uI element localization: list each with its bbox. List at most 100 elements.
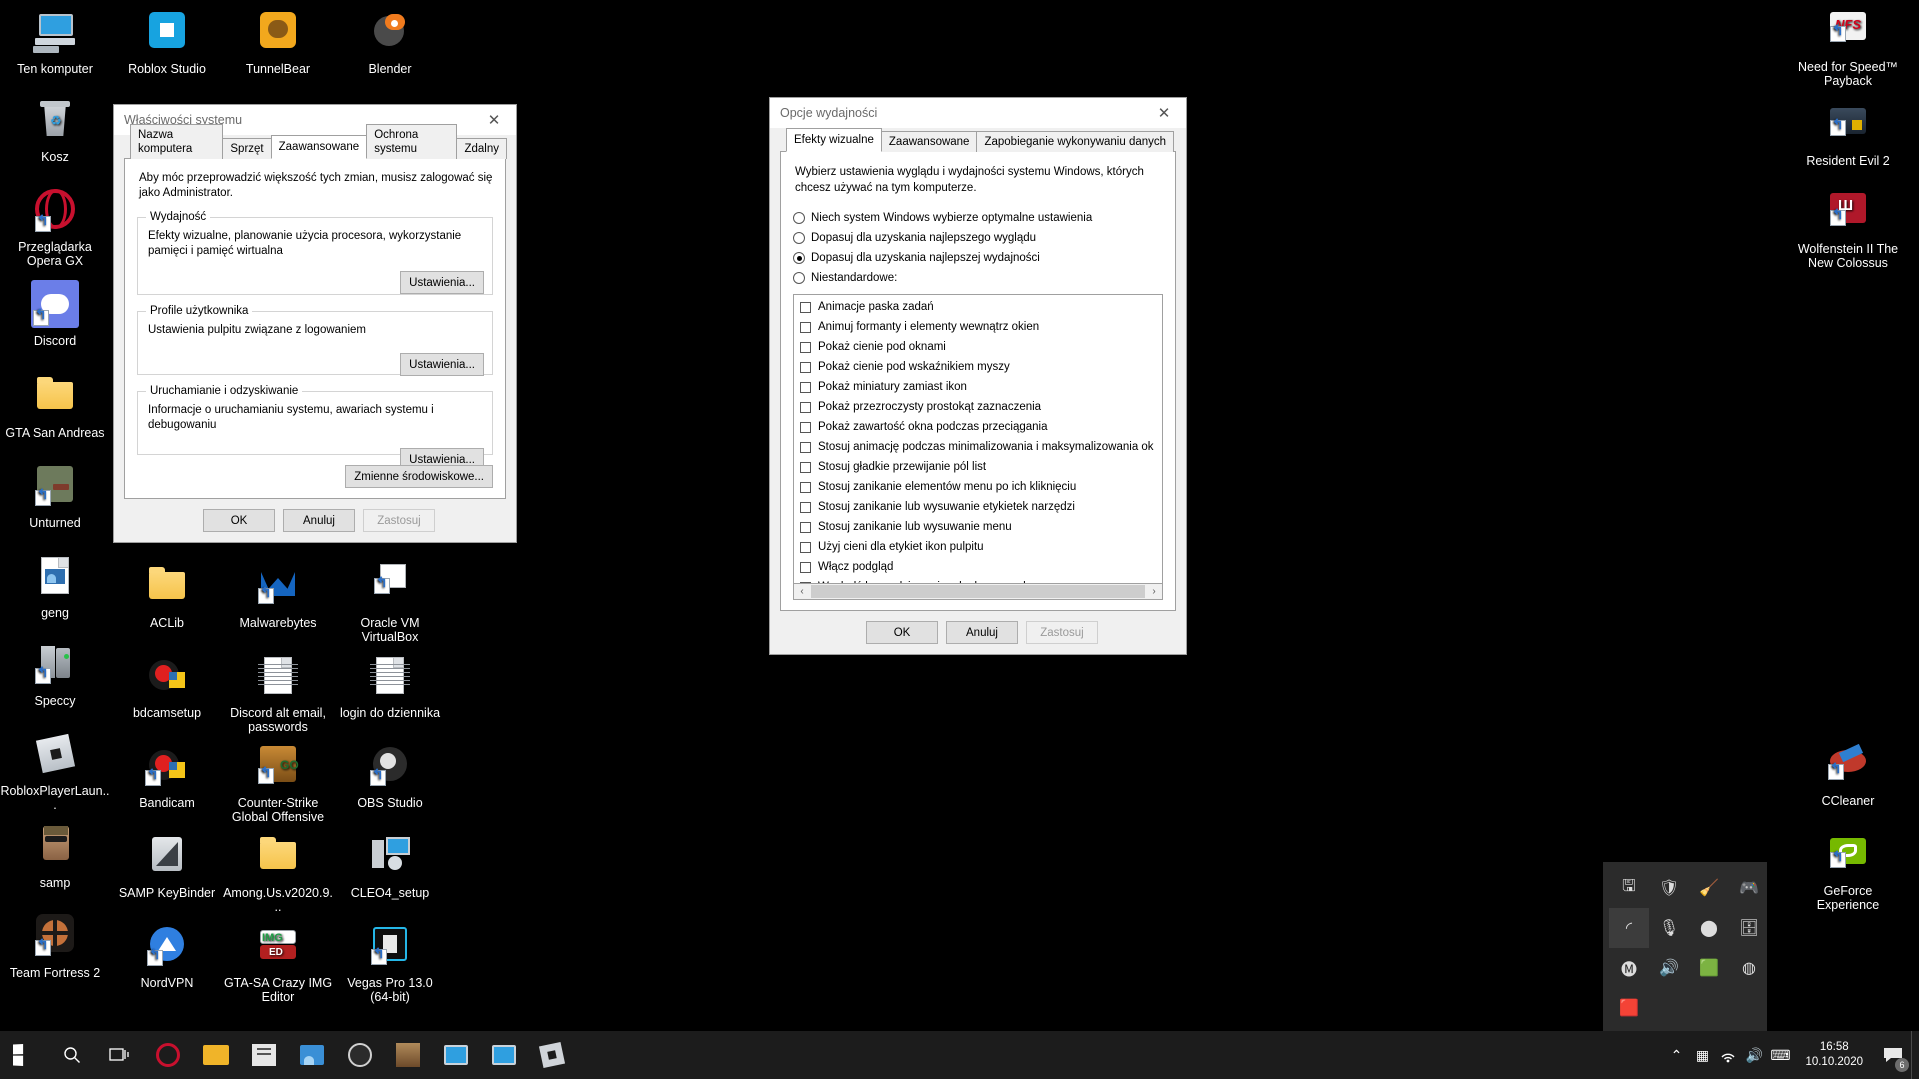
desktop-icon-blender[interactable]: Blender	[335, 8, 445, 76]
taskbar-system-properties-icon[interactable]	[432, 1031, 480, 1079]
show-desktop-button[interactable]	[1911, 1031, 1919, 1079]
desktop-icon-aclib[interactable]: ACLib	[112, 562, 222, 630]
windows-defender-icon[interactable]: 🛡	[1649, 868, 1689, 908]
taskbar-roblox-icon[interactable]	[528, 1031, 576, 1079]
desktop-icon-malwarebytes[interactable]: Malwarebytes	[223, 562, 333, 630]
taskbar-photos-icon[interactable]	[288, 1031, 336, 1079]
cancel-button[interactable]: Anuluj	[283, 509, 355, 532]
disk-stack-icon[interactable]: 🗄	[1729, 908, 1769, 948]
desktop-icon-team-fortress-2[interactable]: Team Fortress 2	[0, 912, 110, 980]
checkbox-item[interactable]: Pokaż przezroczysty prostokąt zaznaczeni…	[800, 399, 1160, 415]
radio-custom[interactable]: Niestandardowe:	[793, 270, 1163, 286]
taskbar-gta-sa-icon[interactable]	[384, 1031, 432, 1079]
desktop-icon-bdcamsetup[interactable]: bdcamsetup	[112, 652, 222, 720]
usb-safely-remove-icon[interactable]: 🖫	[1609, 868, 1649, 908]
performance-options-titlebar[interactable]: Opcje wydajności ✕	[770, 98, 1186, 128]
taskbar-opera-gx-icon[interactable]	[144, 1031, 192, 1079]
taskbar-file-explorer-icon[interactable]	[192, 1031, 240, 1079]
checkbox-item[interactable]: Stosuj animację podczas minimalizowania …	[800, 439, 1160, 455]
tab-nazwa-komputera[interactable]: Nazwa komputera	[130, 124, 224, 159]
desktop-icon-samp[interactable]: samp	[0, 822, 110, 890]
scroll-left-arrow-icon[interactable]: ‹	[794, 585, 810, 599]
checkbox-item[interactable]: Włącz podgląd	[800, 559, 1160, 575]
user-profiles-settings-button[interactable]: Ustawienia...	[400, 353, 484, 376]
tab-zaawansowane[interactable]: Zaawansowane	[880, 131, 978, 152]
desktop-icon-opera-gx[interactable]: Przeglądarka Opera GX	[0, 186, 110, 268]
notifications-icon[interactable]: 6	[1875, 1031, 1911, 1079]
desktop-icon-ten-komputer[interactable]: Ten komputer	[0, 8, 110, 76]
desktop-icon-nordvpn[interactable]: NordVPN	[112, 922, 222, 990]
radio-windows-optimal[interactable]: Niech system Windows wybierze optymalne …	[793, 210, 1163, 226]
desktop-icon-kosz[interactable]: ♻ Kosz	[0, 96, 110, 164]
checkbox-item[interactable]: Pokaż zawartość okna podczas przeciągani…	[800, 419, 1160, 435]
horizontal-scrollbar[interactable]: ‹ ›	[793, 584, 1163, 600]
desktop-icon-cleo4-setup[interactable]: CLEO4_setup	[335, 832, 445, 900]
clock[interactable]: 16:58 10.10.2020	[1793, 1040, 1875, 1070]
radio-best-performance[interactable]: Dopasuj dla uzyskania najlepszej wydajno…	[793, 250, 1163, 266]
checkbox-item[interactable]: Stosuj zanikanie lub wysuwanie menu	[800, 519, 1160, 535]
volume-mixer-icon[interactable]: 🔊	[1649, 948, 1689, 988]
tab-ochrona-systemu[interactable]: Ochrona systemu	[366, 124, 458, 159]
ccleaner-tray-icon[interactable]: 🧹	[1689, 868, 1729, 908]
desktop-icon-gta-sa-crazy-img-editor[interactable]: IMG ED GTA-SA Crazy IMG Editor	[223, 922, 333, 1004]
nvidia-tray-icon[interactable]: 🟩	[1689, 948, 1729, 988]
desktop-icon-ccleaner[interactable]: CCleaner	[1793, 740, 1903, 808]
close-icon[interactable]: ✕	[1142, 98, 1186, 128]
taskbar-performance-options-icon[interactable]	[480, 1031, 528, 1079]
scrollbar-thumb[interactable]	[811, 585, 1145, 598]
ok-button[interactable]: OK	[866, 621, 938, 644]
desktop-icon-bandicam[interactable]: Bandicam	[112, 742, 222, 810]
tab-sprzet[interactable]: Sprzęt	[222, 138, 272, 159]
desktop-icon-geng[interactable]: geng	[0, 552, 110, 620]
checkbox-item[interactable]: Stosuj zanikanie lub wysuwanie etykietek…	[800, 499, 1160, 515]
roblox-tray-icon[interactable]: 🟥	[1609, 988, 1649, 1028]
desktop-icon-login-do-dziennika[interactable]: login do dziennika	[335, 652, 445, 720]
close-icon[interactable]: ✕	[472, 105, 516, 135]
checkbox-item[interactable]: Użyj cieni dla etykiet ikon pulpitu	[800, 539, 1160, 555]
checkbox-item[interactable]: Stosuj gładkie przewijanie pól list	[800, 459, 1160, 475]
checkbox-item[interactable]: Animacje paska zadań	[800, 299, 1160, 315]
desktop-icon-virtualbox[interactable]: Oracle VM VirtualBox	[335, 562, 445, 644]
hidden-icons-icon[interactable]: ⌃	[1663, 1031, 1689, 1079]
desktop-icon-vegas-pro[interactable]: Vegas Pro 13.0 (64-bit)	[335, 922, 445, 1004]
volume-tray-icon[interactable]: 🔊	[1741, 1031, 1767, 1079]
hidden-icons-grid-icon[interactable]: ▦	[1689, 1031, 1715, 1079]
microphone-icon[interactable]: 🎙	[1649, 908, 1689, 948]
desktop-icon-nfs-payback[interactable]: NFS Need for Speed™ Payback	[1793, 6, 1903, 88]
taskbar-paint-icon[interactable]	[240, 1031, 288, 1079]
desktop-icon-obs-studio[interactable]: OBS Studio	[335, 742, 445, 810]
obs-tray-icon[interactable]: ◍	[1729, 948, 1769, 988]
desktop-icon-roblox-player-launcher[interactable]: RobloxPlayerLaun...	[0, 730, 110, 812]
tab-zdalny[interactable]: Zdalny	[456, 138, 507, 159]
checkbox-item[interactable]: Stosuj zanikanie elementów menu po ich k…	[800, 479, 1160, 495]
radio-best-appearance[interactable]: Dopasuj dla uzyskania najlepszego wygląd…	[793, 230, 1163, 246]
checkbox-item[interactable]: Pokaż cienie pod oknami	[800, 339, 1160, 355]
checkbox-item[interactable]: Pokaż cienie pod wskaźnikiem myszy	[800, 359, 1160, 375]
desktop-icon-samp-keybinder[interactable]: SAMP KeyBinder	[112, 832, 222, 900]
desktop-icon-csgo[interactable]: GO Counter-Strike Global Offensive	[223, 742, 333, 824]
desktop-icon-among-us[interactable]: Among.Us.v2020.9...	[223, 832, 333, 914]
cancel-button[interactable]: Anuluj	[946, 621, 1018, 644]
network-tray-icon[interactable]	[1715, 1031, 1741, 1079]
tab-efekty-wizualne[interactable]: Efekty wizualne	[786, 128, 882, 152]
malwarebytes-tray-icon[interactable]: 🅜	[1609, 948, 1649, 988]
keyboard-tray-icon[interactable]: ⌨	[1767, 1031, 1793, 1079]
desktop-icon-discord-alt-email[interactable]: Discord alt email, passwords	[223, 652, 333, 734]
scroll-right-arrow-icon[interactable]: ›	[1146, 585, 1162, 599]
checkbox-item[interactable]: Pokaż miniatury zamiast ikon	[800, 379, 1160, 395]
taskbar-obs-icon[interactable]	[336, 1031, 384, 1079]
green-record-icon[interactable]: ⬤	[1689, 908, 1729, 948]
desktop-icon-roblox-studio[interactable]: Roblox Studio	[112, 8, 222, 76]
desktop-icon-wolfenstein-2[interactable]: Ш Wolfenstein II The New Colossus	[1793, 188, 1903, 270]
discord-tray-icon[interactable]: 🎮	[1729, 868, 1769, 908]
windows-start-icon[interactable]	[0, 1031, 48, 1079]
tab-zapobieganie-wykonywaniu-danych[interactable]: Zapobieganie wykonywaniu danych	[976, 131, 1175, 152]
desktop-icon-resident-evil-2[interactable]: Resident Evil 2	[1793, 100, 1903, 168]
desktop-icon-speccy[interactable]: Speccy	[0, 640, 110, 708]
desktop-icon-gta-san-andreas[interactable]: GTA San Andreas	[0, 372, 110, 440]
performance-settings-button[interactable]: Ustawienia...	[400, 271, 484, 294]
opera-gx-tray-icon[interactable]: ◜	[1609, 908, 1649, 948]
tab-zaawansowane[interactable]: Zaawansowane	[270, 135, 368, 159]
task-view-icon[interactable]	[96, 1031, 144, 1079]
desktop-icon-tunnelbear[interactable]: TunnelBear	[223, 8, 333, 76]
